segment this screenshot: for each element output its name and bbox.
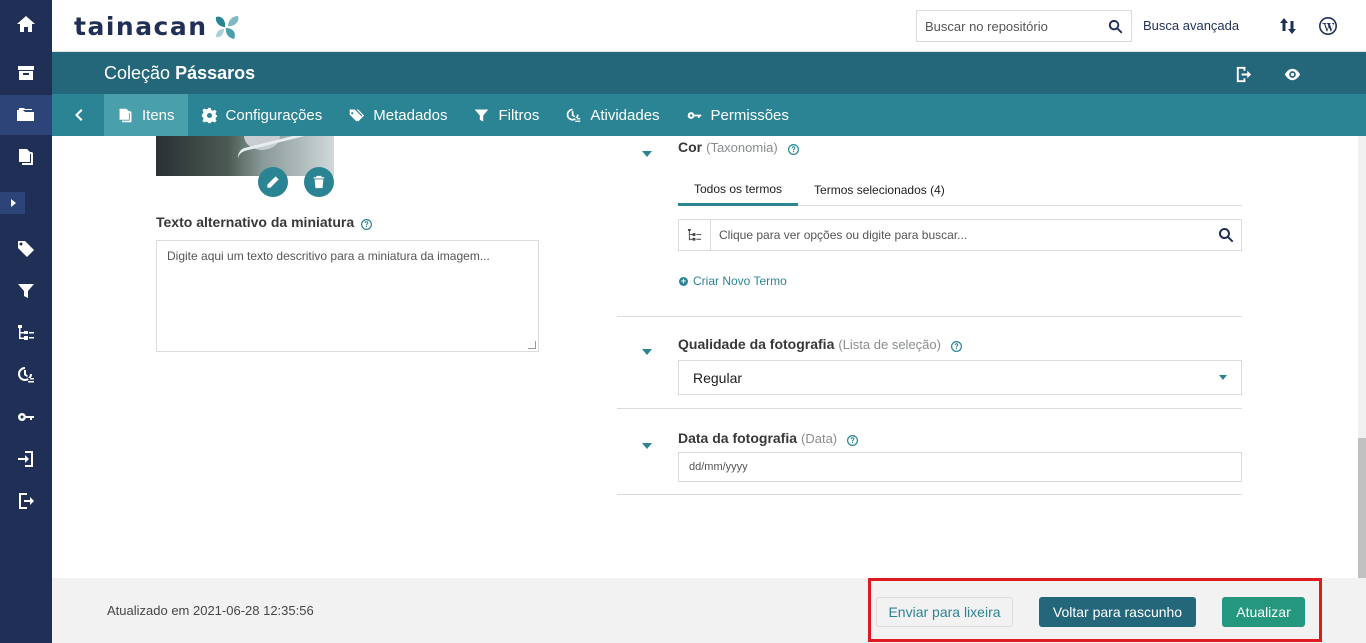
edit-thumbnail-button[interactable] [258, 167, 288, 197]
delete-thumbnail-button[interactable] [304, 167, 334, 197]
alt-text-label: Texto alternativo da miniatura [156, 214, 373, 230]
tab-label: Configurações [225, 106, 323, 124]
tab-label: Atividades [590, 106, 660, 124]
collection-tabs: Itens Configurações Metadados Filtros At… [52, 94, 1366, 136]
advanced-search-link[interactable]: Busca avançada [1143, 18, 1239, 33]
search-icon[interactable] [1108, 19, 1123, 34]
repository-search-input[interactable]: Buscar no repositório [916, 10, 1132, 42]
alt-text-textarea[interactable]: Digite aqui um texto descritivo para a m… [156, 240, 539, 352]
metadata-divider [617, 316, 1242, 317]
subtab-all-terms[interactable]: Todos os termos [678, 174, 799, 206]
last-updated-text: Atualizado em 2021-06-28 12:35:56 [107, 603, 314, 618]
help-icon[interactable] [950, 339, 962, 352]
date-placeholder: dd/mm/yyyy [689, 461, 748, 473]
repository-icon[interactable] [0, 53, 52, 93]
home-icon[interactable] [0, 4, 52, 44]
sidebar [0, 0, 52, 643]
tag-icon [349, 109, 365, 121]
resize-handle[interactable] [528, 341, 536, 349]
sidebar-expand-icon[interactable] [0, 192, 25, 214]
collapse-caret-icon[interactable] [642, 342, 652, 355]
taxonomy-search-placeholder: Clique para ver opções ou digite para bu… [719, 228, 968, 242]
plus-circle-icon: + [679, 275, 688, 286]
tab-label: Permissões [710, 106, 789, 124]
help-icon[interactable] [361, 217, 373, 230]
pencil-icon [267, 176, 279, 188]
help-icon[interactable] [787, 142, 799, 155]
activities-icon [567, 108, 581, 122]
gear-icon [201, 107, 217, 123]
create-new-term-label: Criar Novo Termo [693, 274, 787, 288]
filter-icon [475, 109, 489, 121]
metadata-label-cor: Cor (Taxonomia) [678, 139, 799, 155]
collection-header: Coleção Pássaros [52, 52, 1366, 94]
quality-select[interactable]: Regular [678, 360, 1242, 395]
item-edit-form: Texto alternativo da miniatura Digite aq… [52, 136, 1358, 578]
help-icon[interactable] [847, 433, 859, 446]
exit-icon[interactable] [1232, 63, 1254, 85]
key-icon [687, 111, 701, 119]
metadata-divider [617, 408, 1242, 409]
search-icon[interactable] [1211, 227, 1241, 243]
metadata-name: Data da fotografia [678, 430, 798, 446]
metadata-divider [617, 494, 1242, 495]
quality-select-value: Regular [693, 369, 743, 386]
tab-permissoes[interactable]: Permissões [673, 94, 802, 136]
sort-arrows-icon[interactable] [1276, 14, 1300, 38]
scrollbar-thumb[interactable] [1358, 438, 1366, 578]
items-icon[interactable] [0, 137, 52, 177]
tab-itens[interactable]: Itens [104, 94, 188, 136]
wordpress-icon[interactable] [1316, 14, 1340, 38]
metadata-type: (Lista de seleção) [838, 336, 941, 352]
taxonomy-icon[interactable] [0, 313, 52, 353]
import-icon[interactable] [0, 439, 52, 479]
tab-metadados[interactable]: Metadados [335, 94, 460, 136]
form-footer: Atualizado em 2021-06-28 12:35:56 Enviar… [52, 578, 1366, 643]
highlight-box [868, 578, 1322, 642]
metadata-name: Cor [678, 139, 703, 155]
view-eye-icon[interactable] [1281, 63, 1303, 85]
top-bar: Tainacan Buscar no repositório Busca ava… [52, 0, 1366, 52]
tainacan-logo[interactable]: Tainacan [74, 12, 242, 41]
logo-text: Tainacan [74, 12, 208, 41]
metadata-type: (Data) [801, 430, 838, 446]
taxonomy-subtabs: Todos os termos Termos selecionados (4) [678, 174, 1242, 206]
metadata-label-data: Data da fotografia (Data) [678, 430, 859, 446]
back-chevron-icon[interactable] [52, 94, 104, 136]
collapse-caret-icon[interactable] [642, 144, 652, 157]
collections-icon[interactable] [0, 95, 52, 135]
activities-icon[interactable] [0, 355, 52, 395]
subtab-selected-terms[interactable]: Termos selecionados (4) [798, 174, 961, 205]
tab-label: Metadados [373, 106, 448, 124]
create-new-term-link[interactable]: + Criar Novo Termo [679, 274, 787, 288]
metadata-label-qualidade: Qualidade da fotografia (Lista de seleçã… [678, 336, 962, 352]
alt-text-placeholder: Digite aqui um texto descritivo para a m… [167, 249, 490, 263]
collapse-caret-icon[interactable] [642, 436, 652, 449]
taxonomy-tree-icon[interactable] [679, 220, 711, 250]
collection-name: Pássaros [175, 63, 256, 83]
alt-text-label-text: Texto alternativo da miniatura [156, 214, 355, 230]
filter-icon[interactable] [0, 271, 52, 311]
items-icon [119, 108, 132, 122]
tab-configuracoes[interactable]: Configurações [188, 94, 336, 136]
logo-mark-icon [215, 15, 238, 39]
taxonomy-search-input[interactable]: Clique para ver opções ou digite para bu… [678, 219, 1242, 251]
collection-prefix: Coleção [104, 63, 171, 83]
trash-icon [313, 175, 325, 189]
tab-label: Itens [142, 106, 175, 124]
key-icon[interactable] [0, 397, 52, 437]
date-input[interactable]: dd/mm/yyyy [678, 452, 1242, 482]
tag-icon[interactable] [0, 229, 52, 269]
tab-label: Filtros [498, 106, 540, 124]
collection-title: Coleção Pássaros [104, 63, 255, 84]
metadata-name: Qualidade da fotografia [678, 336, 835, 352]
tab-atividades[interactable]: Atividades [552, 94, 672, 136]
chevron-down-icon [1219, 375, 1227, 380]
tab-filtros[interactable]: Filtros [460, 94, 552, 136]
metadata-type: (Taxonomia) [706, 139, 778, 155]
item-thumbnail [156, 136, 334, 176]
search-placeholder: Buscar no repositório [925, 18, 1048, 34]
export-icon[interactable] [0, 481, 52, 521]
